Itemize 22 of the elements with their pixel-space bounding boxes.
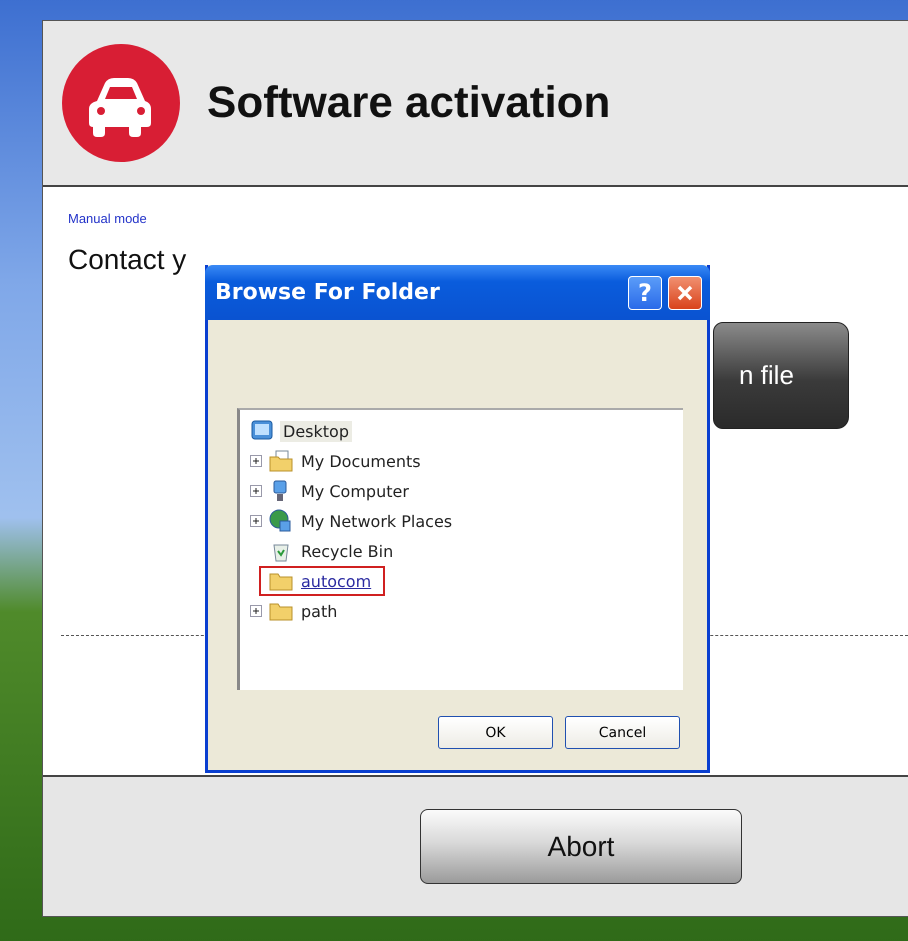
expand-icon[interactable] — [250, 455, 262, 467]
close-button[interactable] — [668, 276, 702, 310]
dialog-title: Browse For Folder — [215, 280, 441, 305]
dialog-button[interactable]: Cancel — [565, 716, 680, 749]
tree-item[interactable]: My Computer — [298, 480, 412, 502]
tree-item[interactable]: My Documents — [298, 450, 424, 472]
folder-document-icon — [268, 449, 294, 473]
expand-icon[interactable] — [250, 605, 262, 617]
manual-mode-link[interactable]: Manual mode — [68, 211, 147, 226]
dialog-button[interactable]: OK — [438, 716, 553, 749]
car-logo-icon — [61, 43, 181, 163]
tree-item[interactable]: autocom — [298, 570, 374, 592]
tree-item[interactable]: My Network Places — [298, 510, 456, 532]
tree-item[interactable]: path — [298, 600, 340, 622]
instruction-text: Contact y — [68, 244, 186, 276]
window-title: Software activation — [207, 78, 610, 128]
tree-item[interactable]: Desktop — [280, 420, 352, 442]
expand-icon[interactable] — [250, 515, 262, 527]
expand-icon[interactable] — [250, 485, 262, 497]
file-button[interactable]: n file — [713, 322, 849, 429]
abort-button[interactable]: Abort — [420, 809, 742, 884]
tree-item[interactable]: Recycle Bin — [298, 540, 396, 562]
